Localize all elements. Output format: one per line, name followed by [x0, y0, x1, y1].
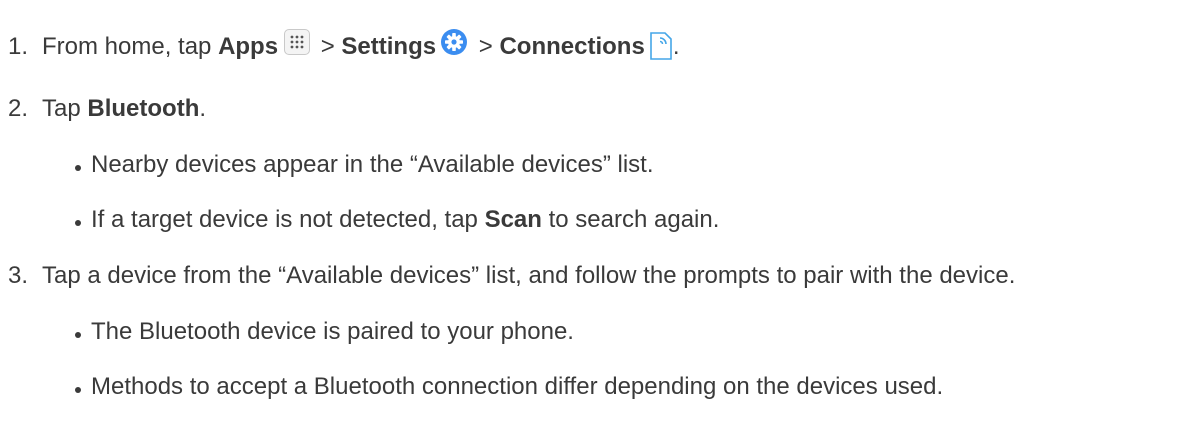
apps-label: Apps — [218, 33, 279, 60]
apps-grid-icon — [284, 29, 311, 55]
settings-label: Settings — [341, 33, 437, 60]
step-text: From home, tap — [42, 33, 219, 60]
bullet-text: Nearby devices appear in the “Available … — [91, 151, 654, 178]
separator: > — [314, 33, 342, 60]
bullet-text: Methods to accept a Bluetooth connection… — [91, 373, 944, 400]
step-3: 3. Tap a device from the “Available devic… — [8, 262, 1015, 290]
step-number: 1. — [8, 33, 29, 60]
step-2-bullet-1: Nearby devices appear in the “Available … — [73, 151, 654, 179]
scan-label: Scan — [484, 206, 542, 233]
step-2-bullet-2: If a target device is not detected, tap … — [73, 206, 719, 234]
step-3-bullet-1: The Bluetooth device is paired to your p… — [73, 318, 574, 346]
bullet-text: If a target device is not detected, tap — [91, 206, 485, 233]
step-end: . — [199, 95, 207, 122]
connections-icon — [649, 32, 673, 60]
step-number: 2. — [8, 95, 29, 122]
step-number: 3. — [8, 262, 29, 289]
step-end: . — [672, 33, 680, 60]
step-text: Tap a device from the “Available devices… — [42, 262, 1016, 289]
bullet-text-end: to search again. — [541, 206, 720, 233]
separator: > — [472, 33, 500, 60]
step-2: 2. Tap Bluetooth. — [8, 95, 206, 123]
step-text: Tap — [42, 95, 88, 122]
step-3-bullet-2: Methods to accept a Bluetooth connection… — [73, 373, 943, 401]
settings-gear-icon — [440, 28, 468, 56]
step-1: 1. From home, tap Apps > Settings > Conne… — [8, 28, 679, 61]
bullet-text: The Bluetooth device is paired to your p… — [91, 318, 574, 345]
connections-label: Connections — [499, 33, 645, 60]
bluetooth-label: Bluetooth — [87, 95, 200, 122]
